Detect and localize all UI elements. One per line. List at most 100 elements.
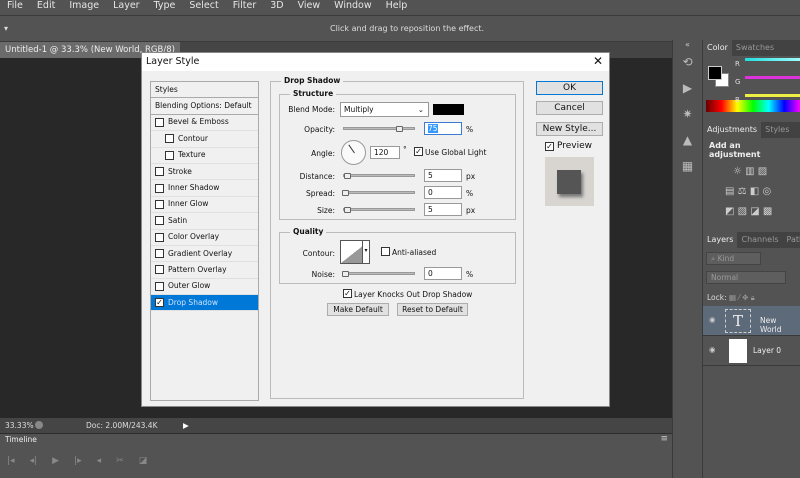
slider-thumb[interactable] (342, 190, 349, 196)
next-frame-icon[interactable]: |▸ (74, 456, 82, 466)
prev-frame-icon[interactable]: ◂| (30, 456, 38, 466)
tab-adjustments[interactable]: Adjustments (703, 122, 762, 138)
style-item[interactable]: Outer Glow (151, 279, 258, 296)
angle-dial[interactable] (341, 140, 366, 165)
posterize-icon[interactable]: ▧ (738, 206, 747, 217)
gradient-map-icon[interactable]: ▩ (763, 206, 772, 217)
opacity-slider[interactable] (343, 126, 415, 132)
layer-name[interactable]: New World (760, 316, 800, 334)
noise-input[interactable]: 0 (424, 267, 462, 280)
invert-icon[interactable]: ◩ (725, 206, 734, 217)
menu-file[interactable]: File (0, 0, 30, 13)
timeline-tab[interactable]: Timeline (0, 434, 37, 446)
anti-aliased-label[interactable]: Anti-aliased (392, 248, 436, 257)
style-item[interactable]: Pattern Overlay (151, 262, 258, 279)
style-checkbox[interactable]: ✓ (155, 298, 164, 308)
blending-options[interactable]: Blending Options: Default (151, 98, 258, 115)
menu-help[interactable]: Help (379, 0, 415, 13)
layer-row[interactable]: ◉ T New World (703, 306, 800, 336)
shadow-color-swatch[interactable] (433, 104, 464, 115)
angle-input[interactable]: 120 (370, 146, 400, 159)
style-item[interactable]: Stroke (151, 164, 258, 181)
opacity-input[interactable]: 75 (424, 122, 462, 135)
style-item[interactable]: Color Overlay (151, 230, 258, 246)
menu-3d[interactable]: 3D (263, 0, 290, 13)
reset-to-default-button[interactable]: Reset to Default (397, 303, 468, 316)
menu-filter[interactable]: Filter (226, 0, 264, 13)
contour-picker[interactable]: ▾ (340, 240, 370, 264)
brightness-icon[interactable]: ☼ (733, 166, 742, 177)
noise-slider[interactable] (342, 271, 415, 277)
style-item[interactable]: Contour (151, 131, 258, 148)
first-frame-icon[interactable]: |◂ (7, 456, 15, 466)
tab-color[interactable]: Color (703, 40, 732, 56)
layer-row[interactable]: ◉ Layer 0 (703, 336, 800, 366)
style-checkbox[interactable] (155, 167, 164, 177)
style-checkbox[interactable] (155, 183, 164, 193)
histogram-icon[interactable]: ▲ (673, 127, 702, 153)
blend-mode-dropdown[interactable]: Multiply ⌄ (340, 102, 429, 117)
b-slider[interactable] (745, 94, 800, 97)
tab-paths[interactable]: Paths (783, 232, 800, 248)
slider-thumb[interactable] (342, 271, 349, 277)
threshold-icon[interactable]: ◪ (750, 206, 759, 217)
menu-select[interactable]: Select (182, 0, 225, 13)
color-spectrum[interactable] (706, 100, 800, 112)
g-slider[interactable] (745, 76, 800, 79)
status-menu-arrow-icon[interactable]: ▶ (183, 418, 189, 433)
layer-filter-kind[interactable]: ⌕ Kind (706, 252, 761, 265)
size-slider[interactable] (343, 207, 415, 213)
style-checkbox[interactable] (155, 281, 164, 291)
close-icon[interactable]: ✕ (593, 54, 603, 68)
curves-icon[interactable]: ▨ (758, 166, 767, 177)
style-item[interactable]: Inner Glow (151, 197, 258, 214)
history-icon[interactable]: ⟲ (673, 49, 702, 75)
menu-layer[interactable]: Layer (106, 0, 147, 13)
use-global-light-checkbox[interactable]: ✓ (414, 147, 423, 156)
style-checkbox[interactable] (155, 216, 164, 226)
slider-thumb[interactable] (396, 126, 403, 132)
chevron-down-icon[interactable]: ▾ (362, 241, 369, 263)
visibility-eye-icon[interactable]: ◉ (709, 345, 716, 354)
tab-styles[interactable]: Styles (761, 122, 793, 138)
style-checkbox[interactable] (155, 249, 164, 259)
menu-window[interactable]: Window (327, 0, 378, 13)
ok-button[interactable]: OK (536, 81, 603, 95)
share-icon[interactable] (35, 421, 43, 429)
r-slider[interactable] (745, 58, 800, 61)
navigator-icon[interactable]: ✷ (673, 101, 702, 127)
menu-edit[interactable]: Edit (30, 0, 62, 13)
audio-icon[interactable]: ◂ (97, 456, 102, 466)
levels-icon[interactable]: ▥ (745, 166, 754, 177)
split-scissors-icon[interactable]: ✂ (116, 456, 124, 466)
styles-header[interactable]: Styles (151, 82, 258, 99)
layer-name[interactable]: Layer 0 (753, 346, 781, 355)
spread-slider[interactable] (342, 190, 415, 196)
cancel-button[interactable]: Cancel (536, 101, 603, 115)
style-checkbox[interactable] (165, 150, 174, 160)
style-checkbox[interactable] (165, 134, 174, 144)
properties-icon[interactable]: ▦ (673, 153, 702, 179)
distance-input[interactable]: 5 (424, 169, 462, 182)
tab-swatches[interactable]: Swatches (732, 40, 778, 56)
tool-preset-dropdown-icon[interactable]: ▾ (4, 24, 8, 33)
vibrance-icon[interactable]: ▤ (725, 186, 734, 197)
tab-layers[interactable]: Layers (703, 232, 738, 248)
style-item[interactable]: ✓ Drop Shadow (151, 295, 258, 312)
photo-filter-icon[interactable]: ◎ (762, 186, 771, 197)
bw-icon[interactable]: ◧ (750, 186, 759, 197)
style-checkbox[interactable] (155, 199, 164, 209)
style-item[interactable]: Inner Shadow (151, 180, 258, 197)
anti-aliased-checkbox[interactable] (381, 247, 390, 256)
size-input[interactable]: 5 (424, 203, 462, 216)
lock-icons[interactable]: ▦ ⁄ ✥ 🔒︎ (729, 293, 755, 302)
menu-type[interactable]: Type (147, 0, 183, 13)
make-default-button[interactable]: Make Default (327, 303, 389, 316)
color-balance-icon[interactable]: ⚖ (738, 186, 747, 197)
tab-channels[interactable]: Channels (737, 232, 782, 248)
spread-input[interactable]: 0 (424, 186, 462, 199)
transition-icon[interactable]: ◪ (139, 456, 148, 466)
slider-thumb[interactable] (344, 207, 351, 213)
foreground-color-swatch[interactable] (708, 66, 722, 80)
actions-play-icon[interactable]: ▶ (673, 75, 702, 101)
